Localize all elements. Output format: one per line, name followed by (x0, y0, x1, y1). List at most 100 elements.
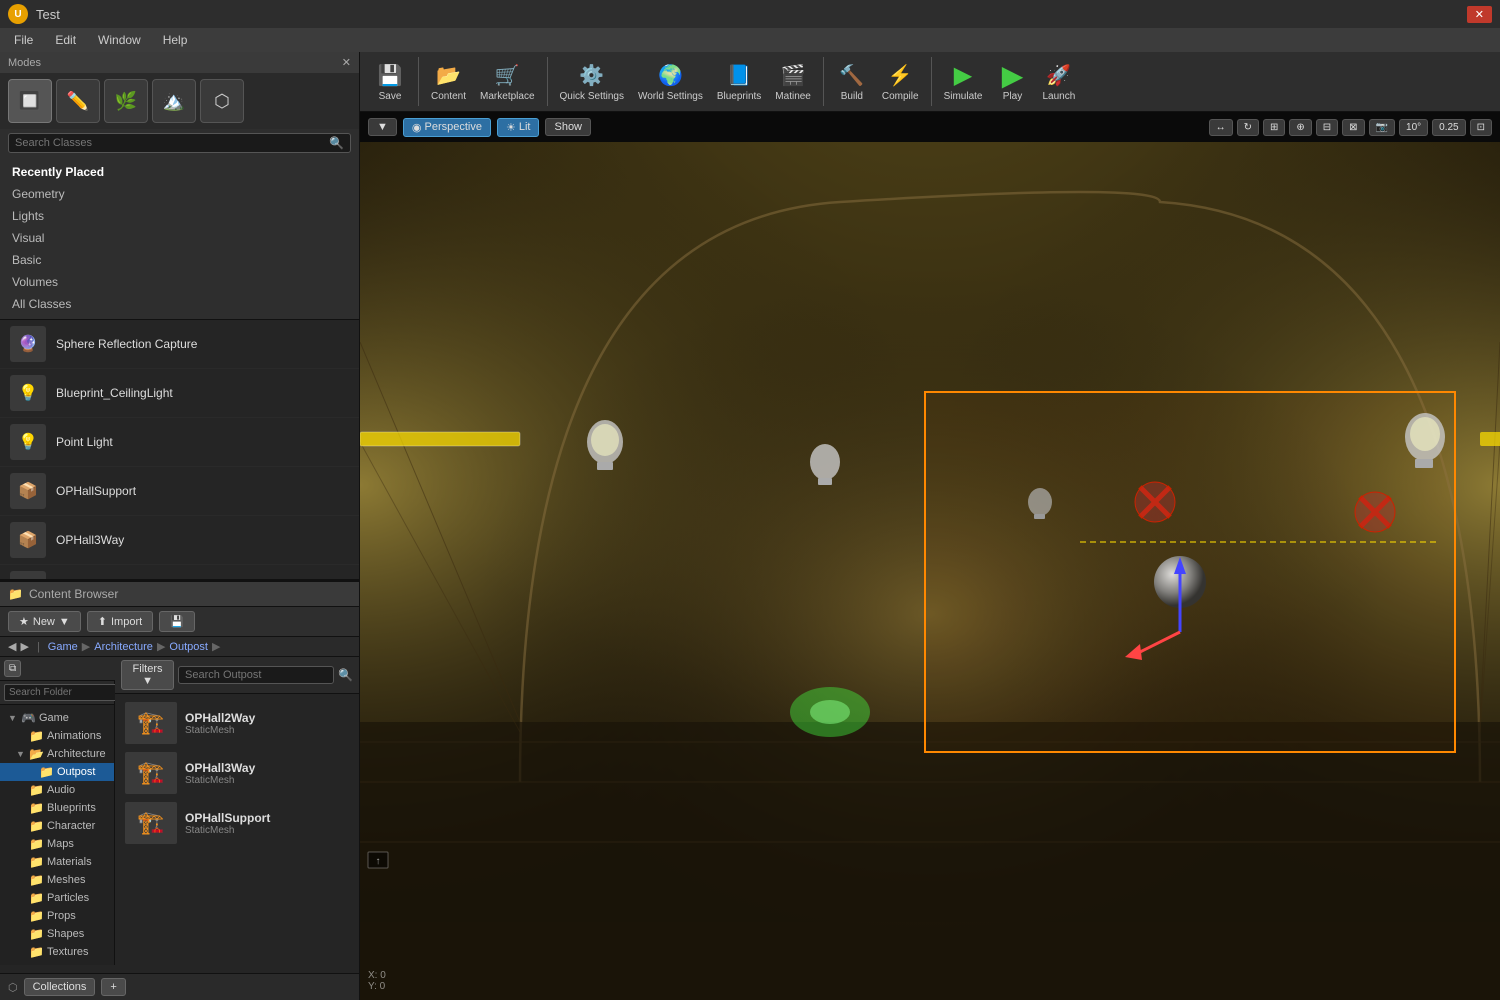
tree-materials[interactable]: 📁 Materials (0, 853, 114, 871)
category-visual[interactable]: Visual (0, 227, 359, 249)
compile-icon: ⚡ (886, 61, 914, 89)
world-local-btn[interactable]: ⊕ (1289, 119, 1311, 136)
textures-folder-icon: 📁 (29, 945, 44, 959)
search-icon: 🔍 (329, 136, 344, 150)
category-all-classes[interactable]: All Classes (0, 293, 359, 315)
breadcrumb-outpost[interactable]: Outpost (169, 641, 208, 653)
tree-maps[interactable]: 📁 Maps (0, 835, 114, 853)
tree-particles[interactable]: 📁 Particles (0, 889, 114, 907)
cb-new-button[interactable]: ★ New ▼ (8, 611, 81, 632)
grid-btn[interactable]: ⊠ (1342, 119, 1364, 136)
collections-button[interactable]: Collections (24, 978, 96, 996)
menu-file[interactable]: File (4, 31, 43, 49)
menu-edit[interactable]: Edit (45, 31, 86, 49)
content-search-input[interactable] (178, 666, 334, 684)
breadcrumb-architecture[interactable]: Architecture (94, 641, 153, 653)
filters-button[interactable]: Filters ▼ (121, 660, 174, 690)
menu-help[interactable]: Help (153, 31, 198, 49)
placed-item-ophall3way[interactable]: 📦 OPHall3Way (0, 516, 359, 565)
cb-save-button[interactable]: 💾 (159, 611, 195, 632)
placed-item-sphere-reflection[interactable]: 🔮 Sphere Reflection Capture (0, 320, 359, 369)
perspective-btn[interactable]: ◉ Perspective (403, 118, 491, 137)
asset-ophallsupport[interactable]: 🏗️ OPHallSupport StaticMesh (119, 798, 355, 848)
content-button[interactable]: 📂 Content (425, 57, 472, 106)
ophall3way-icon: 📦 (10, 522, 46, 558)
foliage-mode-btn[interactable]: 🌿 (104, 79, 148, 123)
placed-item-ceiling-light[interactable]: 💡 Blueprint_CeilingLight (0, 369, 359, 418)
world-settings-button[interactable]: 🌍 World Settings (632, 57, 709, 106)
breadcrumb-game[interactable]: Game (48, 641, 78, 653)
cb-import-button[interactable]: ⬆ Import (87, 611, 153, 632)
scale-btn[interactable]: ⊞ (1263, 119, 1285, 136)
simulate-button[interactable]: ▶ Simulate (938, 57, 989, 106)
matinee-button[interactable]: 🎬 Matinee (769, 57, 817, 106)
tree-audio[interactable]: 📁 Audio (0, 781, 114, 799)
asset-ophall2way[interactable]: 🏗️ OPHall2Way StaticMesh (119, 698, 355, 748)
save-button[interactable]: 💾 Save (368, 57, 412, 106)
maximize-btn[interactable]: ⊡ (1470, 119, 1492, 136)
geometry-mode-btn[interactable]: ⬡ (200, 79, 244, 123)
menu-window[interactable]: Window (88, 31, 151, 49)
add-collection-button[interactable]: + (101, 978, 125, 996)
3d-scene: ↑ X: 0 Y: 0 (360, 142, 1500, 1000)
tree-props[interactable]: 📁 Props (0, 907, 114, 925)
category-volumes[interactable]: Volumes (0, 271, 359, 293)
camera-speed-btn[interactable]: 📷 (1369, 119, 1395, 136)
category-basic[interactable]: Basic (0, 249, 359, 271)
viewport-options-btn[interactable]: ▼ (368, 118, 397, 136)
blueprints-button[interactable]: 📘 Blueprints (711, 57, 767, 106)
tree-outpost[interactable]: 📁 Outpost (0, 763, 114, 781)
search-classes-input[interactable] (15, 137, 329, 149)
maps-folder-icon: 📁 (29, 837, 44, 851)
translate-btn[interactable]: ↔ (1209, 119, 1233, 136)
category-geometry[interactable]: Geometry (0, 183, 359, 205)
snap-value-btn[interactable]: 0.25 (1432, 119, 1465, 136)
landscape-mode-btn[interactable]: 🏔️ (152, 79, 196, 123)
tree-game[interactable]: ▼ 🎮 Game (0, 709, 114, 727)
snap-btn[interactable]: ⊟ (1316, 119, 1338, 136)
modes-icons: 🔲 ✏️ 🌿 🏔️ ⬡ (0, 73, 359, 129)
asset-ophall3way[interactable]: 🏗️ OPHall3Way StaticMesh (119, 748, 355, 798)
play-button[interactable]: ▶ Play (990, 57, 1034, 106)
placed-item-ophallsupport[interactable]: 📦 OPHallSupport (0, 467, 359, 516)
sphere-reflection-icon: 🔮 (10, 326, 46, 362)
show-btn[interactable]: Show (545, 118, 591, 136)
materials-folder-icon: 📁 (29, 855, 44, 869)
ophall3way-type: StaticMesh (185, 775, 255, 786)
particles-folder-icon: 📁 (29, 891, 44, 905)
cb-header: 📁 Content Browser (0, 582, 359, 607)
build-button[interactable]: 🔨 Build (830, 57, 874, 106)
rotate-btn[interactable]: ↻ (1237, 119, 1259, 136)
tree-blueprints[interactable]: 📁 Blueprints (0, 799, 114, 817)
nav-forward-btn[interactable]: ▶ (20, 640, 28, 653)
quick-settings-button[interactable]: ⚙️ Quick Settings (554, 57, 630, 106)
tree-shapes[interactable]: 📁 Shapes (0, 925, 114, 943)
ophallsupport-asset-type: StaticMesh (185, 825, 270, 836)
compile-button[interactable]: ⚡ Compile (876, 57, 925, 106)
point-light-label: Point Light (56, 435, 113, 449)
lit-btn[interactable]: ☀ Lit (497, 118, 540, 137)
viewport[interactable]: ▼ ◉ Perspective ☀ Lit Show ↔ ↻ ⊞ ⊕ ⊟ ⊠ (360, 112, 1500, 1000)
tree-architecture[interactable]: ▼ 📂 Architecture (0, 745, 114, 763)
paint-mode-btn[interactable]: ✏️ (56, 79, 100, 123)
place-mode-btn[interactable]: 🔲 (8, 79, 52, 123)
tree-character[interactable]: 📁 Character (0, 817, 114, 835)
tree-textures[interactable]: 📁 Textures (0, 943, 114, 961)
placed-item-point-light[interactable]: 💡 Point Light (0, 418, 359, 467)
marketplace-button[interactable]: 🛒 Marketplace (474, 57, 540, 106)
close-button[interactable]: ✕ (1467, 6, 1492, 23)
folder-tree-icon[interactable]: ⧉ (4, 660, 21, 677)
category-lights[interactable]: Lights (0, 205, 359, 227)
modes-close[interactable]: ✕ (342, 56, 351, 69)
launch-button[interactable]: 🚀 Launch (1036, 57, 1081, 106)
tree-meshes[interactable]: 📁 Meshes (0, 871, 114, 889)
tree-animations[interactable]: 📁 Animations (0, 727, 114, 745)
import-icon: ⬆ (98, 615, 107, 628)
nav-back-btn[interactable]: ◀ (8, 640, 16, 653)
ophallsupport-icon: 📦 (10, 473, 46, 509)
placed-item-wall-sconce[interactable]: 🔦 Blueprint_WallSconce (0, 565, 359, 580)
cb-icon: 📁 (8, 587, 23, 601)
toolbar-play-group: ▶ Simulate ▶ Play 🚀 Launch (938, 57, 1088, 106)
grid-size-btn[interactable]: 10° (1399, 119, 1428, 136)
category-recently-placed[interactable]: Recently Placed (0, 161, 359, 183)
